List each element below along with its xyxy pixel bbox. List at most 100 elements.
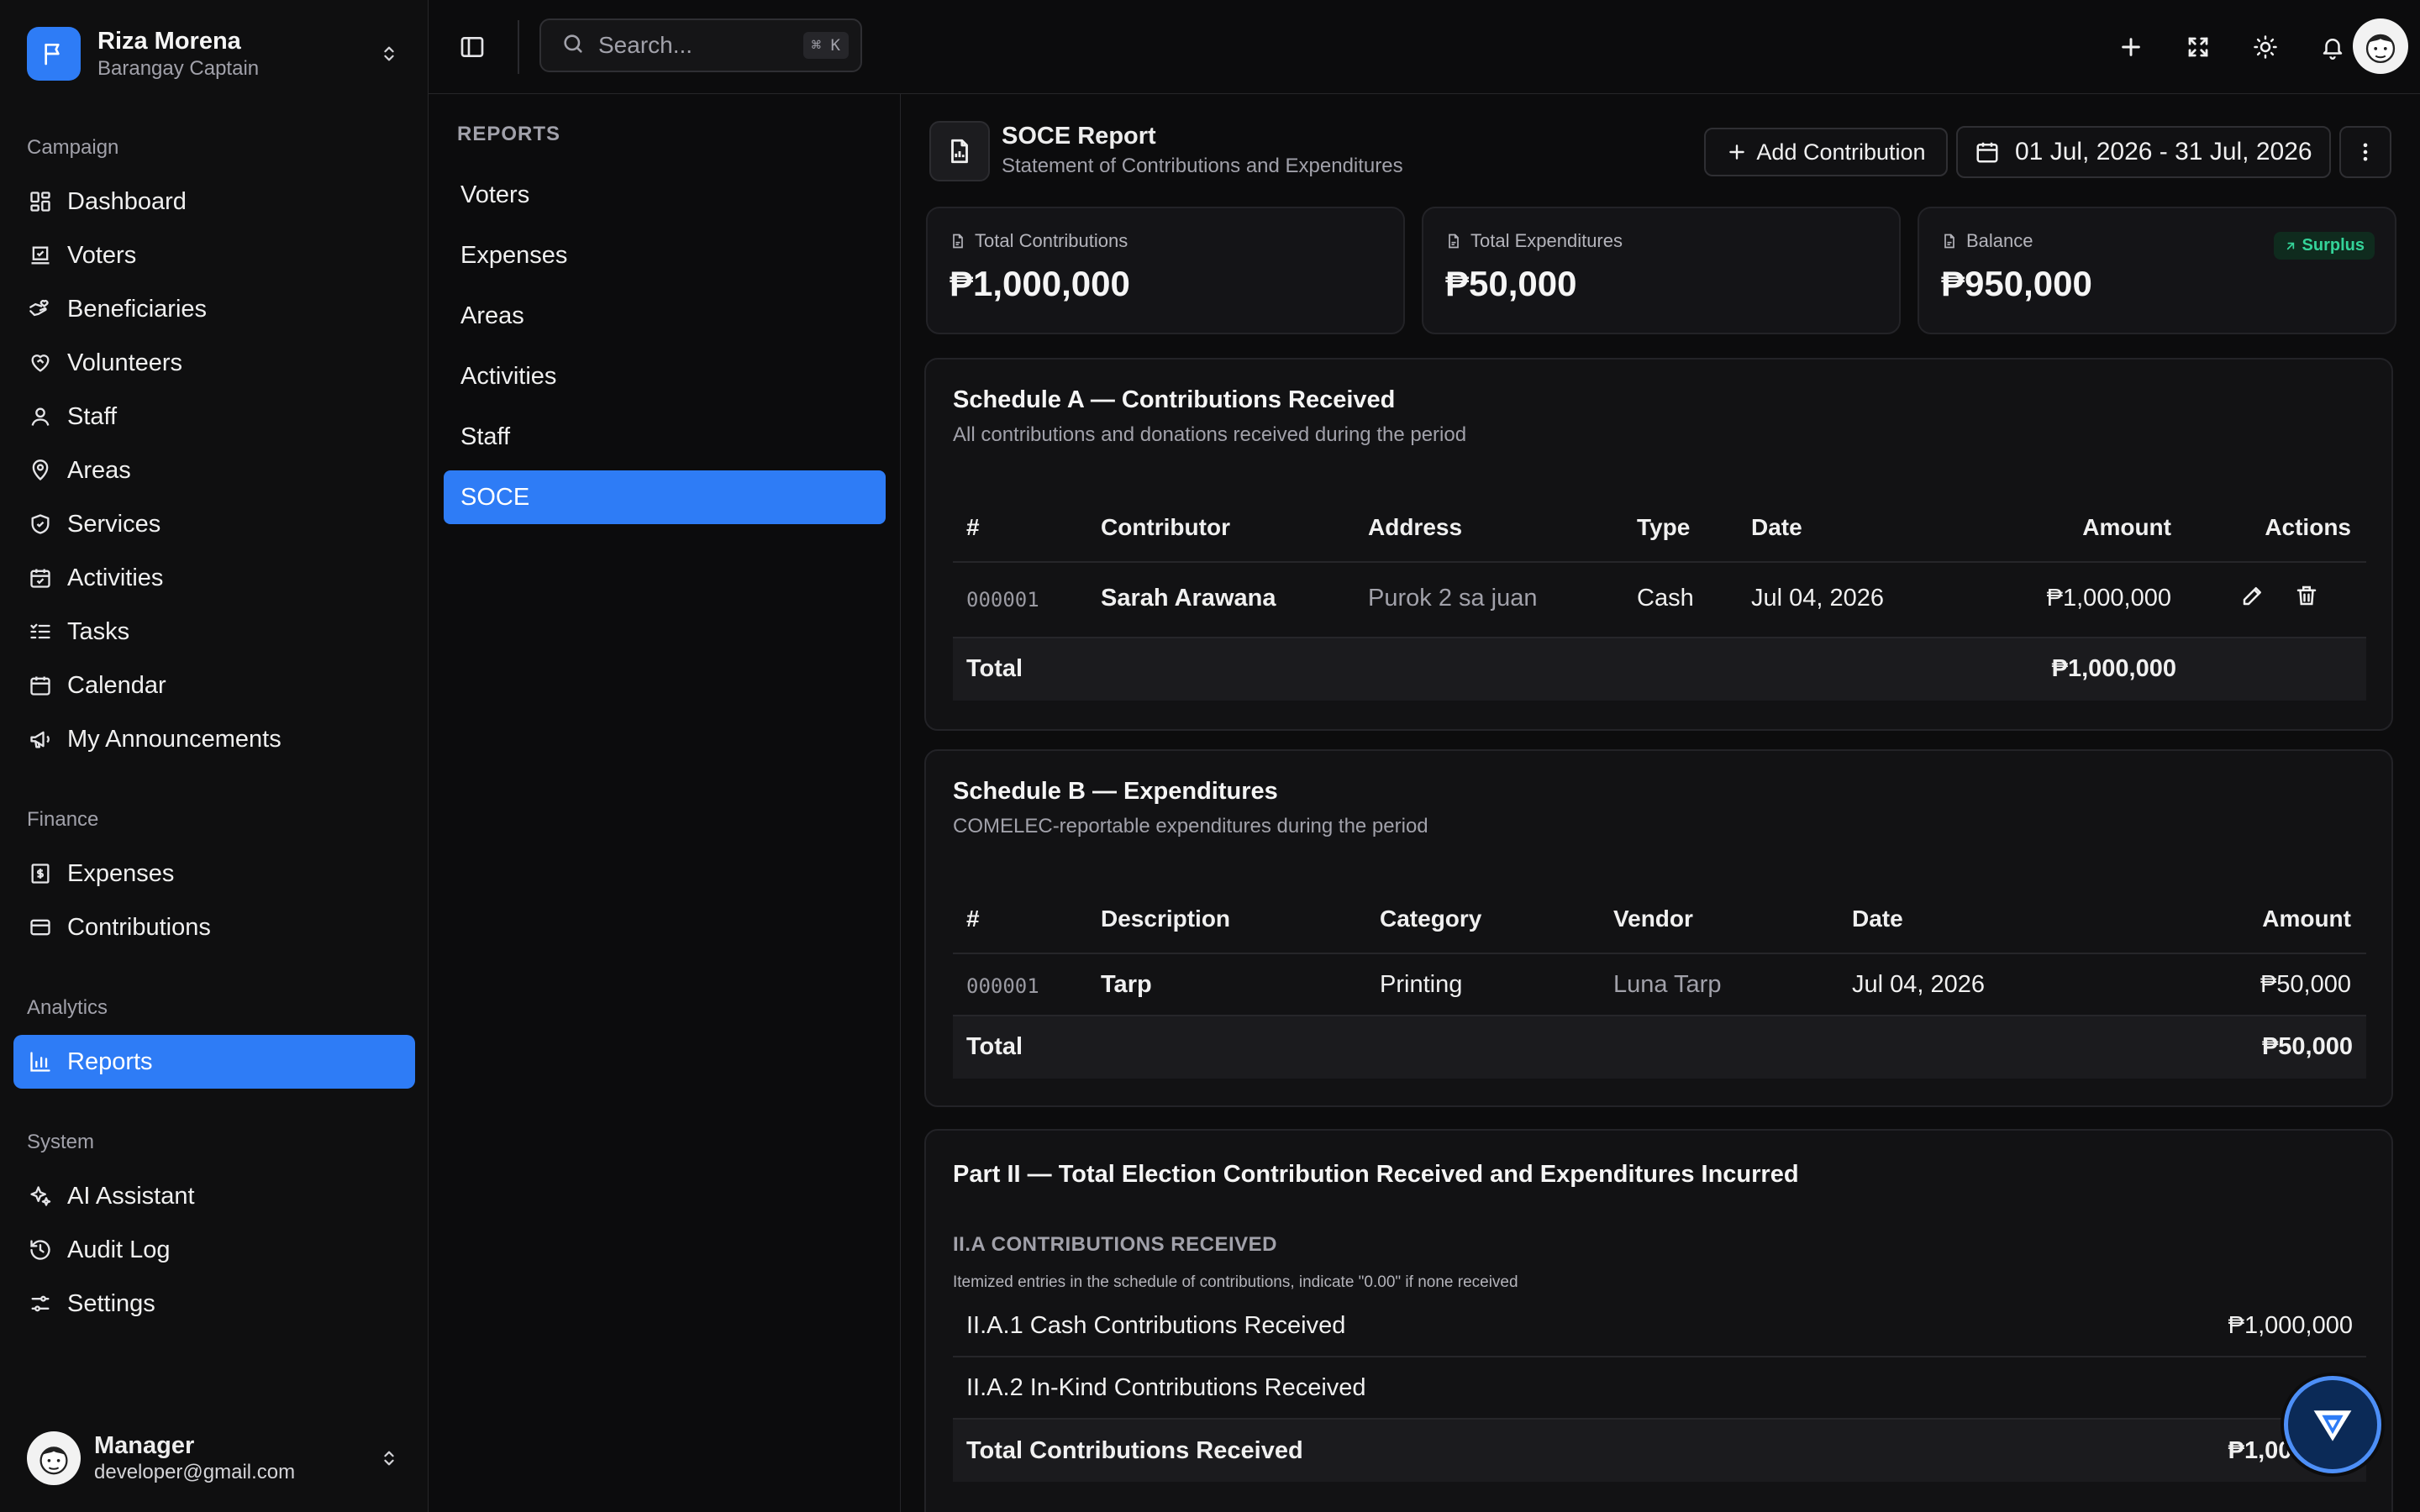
status-badge: Surplus	[2273, 232, 2375, 260]
add-contribution-label: Add Contribution	[1756, 139, 1926, 165]
sidebar-item-label: Areas	[67, 456, 131, 484]
plus-icon[interactable]	[2109, 25, 2153, 69]
row-number: 000001	[966, 588, 1039, 612]
sidebar-item-label: Reports	[67, 1047, 153, 1075]
stat-value: ₱950,000	[1941, 264, 2092, 303]
ballot-icon	[27, 242, 54, 269]
col-header-date: Date	[1852, 906, 1903, 932]
stat-label: Total Contributions	[975, 230, 1128, 251]
section-title: II.A CONTRIBUTIONS RECEIVED	[953, 1233, 1277, 1256]
contributor-name: Sarah Arawana	[1101, 585, 1276, 612]
stat-value: ₱1,000,000	[950, 264, 1130, 303]
divider	[953, 561, 2366, 563]
sidebar-item-audit-log[interactable]: Audit Log	[13, 1223, 415, 1277]
report-item-voters[interactable]: Voters	[444, 168, 886, 222]
sidebar-toggle-icon[interactable]	[455, 30, 489, 64]
page-subtitle: Statement of Contributions and Expenditu…	[1002, 155, 1403, 177]
sidebar-item-label: AI Assistant	[67, 1182, 195, 1210]
sidebar-item-label: Staff	[67, 402, 118, 430]
sidebar-item-label: Volunteers	[67, 349, 183, 376]
report-item-activities[interactable]: Activities	[444, 349, 886, 403]
plus-icon	[1726, 141, 1748, 163]
summary-amount: ₱1,000,000	[2228, 1311, 2353, 1339]
bell-icon[interactable]	[2311, 25, 2354, 69]
search-placeholder: Search...	[598, 32, 693, 58]
sidebar-item-beneficiaries[interactable]: Beneficiaries	[13, 282, 415, 336]
section-note: Itemized entries in the schedule of cont…	[953, 1273, 1518, 1291]
sidebar-item-ai-assistant[interactable]: AI Assistant	[13, 1169, 415, 1223]
workspace-role: Barangay Captain	[97, 57, 260, 80]
col-header-date: Date	[1751, 514, 1802, 540]
assistant-fab-button[interactable]	[2284, 1376, 2381, 1473]
report-item-staff[interactable]: Staff	[444, 410, 886, 464]
sidebar: Riza Morena Barangay Captain Campaign Da…	[0, 0, 429, 1512]
sidebar-item-settings[interactable]: Settings	[13, 1277, 415, 1331]
report-item-areas[interactable]: Areas	[444, 289, 886, 343]
expense-description: Tarp	[1101, 971, 1152, 998]
sidebar-item-areas[interactable]: Areas	[13, 444, 415, 497]
trash-icon[interactable]	[2294, 583, 2319, 615]
calendar-icon	[1975, 139, 2000, 165]
col-header-amount: Amount	[2082, 514, 2171, 540]
file-icon	[950, 233, 966, 249]
sidebar-item-reports[interactable]: Reports	[13, 1035, 415, 1089]
report-item-soce[interactable]: SOCE	[444, 470, 886, 524]
stat-balance: Balance ₱950,000 Surplus	[1918, 207, 2396, 334]
sidebar-item-dashboard[interactable]: Dashboard	[13, 175, 415, 228]
total-label: Total	[966, 1033, 1023, 1060]
heart-handshake-icon	[27, 349, 54, 376]
contribution-amount: ₱1,000,000	[2046, 585, 2171, 612]
file-icon	[1941, 233, 1958, 249]
stat-value: ₱50,000	[1445, 264, 1577, 303]
profile-avatar[interactable]	[2353, 18, 2408, 74]
bar-chart-icon	[27, 1048, 54, 1075]
sidebar-item-calendar[interactable]: Calendar	[13, 659, 415, 712]
expense-category: Printing	[1380, 971, 1463, 998]
date-range-picker[interactable]: 01 Jul, 2026 - 31 Jul, 2026	[1956, 126, 2331, 178]
sidebar-item-activities[interactable]: Activities	[13, 551, 415, 605]
avatar	[27, 1431, 81, 1485]
sidebar-item-voters[interactable]: Voters	[13, 228, 415, 282]
topbar: Search... ⌘ K	[429, 0, 2420, 94]
nav-group-finance: Finance	[27, 808, 99, 831]
sidebar-item-volunteers[interactable]: Volunteers	[13, 336, 415, 390]
sidebar-item-label: Tasks	[67, 617, 130, 645]
stat-total-expenditures: Total Expenditures ₱50,000	[1422, 207, 1901, 334]
fullscreen-icon[interactable]	[2176, 25, 2220, 69]
search-shortcut: ⌘ K	[802, 32, 849, 59]
col-header-description: Description	[1101, 906, 1231, 932]
calendar-check-icon	[27, 564, 54, 591]
sidebar-item-services[interactable]: Services	[13, 497, 415, 551]
workspace-name: Riza Morena	[97, 28, 241, 55]
status-badge-label: Surplus	[2302, 236, 2365, 255]
sidebar-item-tasks[interactable]: Tasks	[13, 605, 415, 659]
sidebar-item-contributions[interactable]: Contributions	[13, 900, 415, 954]
divider	[953, 953, 2366, 954]
user-menu[interactable]: Manager developer@gmail.com	[27, 1428, 402, 1488]
sidebar-item-label: Calendar	[67, 671, 166, 699]
row-number: 000001	[966, 974, 1039, 998]
sidebar-item-my-announcements[interactable]: My Announcements	[13, 712, 415, 766]
edit-icon[interactable]	[2240, 583, 2265, 615]
col-header-actions: Actions	[2265, 514, 2351, 540]
sidebar-item-label: Services	[67, 510, 161, 538]
search-input[interactable]: Search... ⌘ K	[539, 18, 862, 72]
sidebar-item-staff[interactable]: Staff	[13, 390, 415, 444]
expense-vendor: Luna Tarp	[1613, 971, 1722, 998]
report-item-expenses[interactable]: Expenses	[444, 228, 886, 282]
sparkles-icon	[27, 1183, 54, 1210]
add-contribution-button[interactable]: Add Contribution	[1704, 128, 1948, 176]
workspace-switcher[interactable]: Riza Morena Barangay Captain	[27, 24, 402, 84]
reports-panel: REPORTS Voters Expenses Areas Activities…	[429, 94, 901, 1512]
sidebar-item-label: Beneficiaries	[67, 295, 208, 323]
summary-row-cash: II.A.1 Cash Contributions Received ₱1,00…	[953, 1295, 2366, 1357]
map-pin-icon	[27, 457, 54, 484]
more-options-button[interactable]	[2339, 126, 2391, 178]
page-title: SOCE Report	[1002, 123, 1156, 150]
history-icon	[27, 1236, 54, 1263]
schedule-b-subtitle: COMELEC-reportable expenditures during t…	[953, 815, 1428, 837]
contributor-address: Purok 2 sa juan	[1368, 585, 1538, 612]
sidebar-item-expenses[interactable]: Expenses	[13, 847, 415, 900]
table-total-row: Total ₱50,000	[953, 1016, 2366, 1079]
sun-icon[interactable]	[2244, 25, 2287, 69]
